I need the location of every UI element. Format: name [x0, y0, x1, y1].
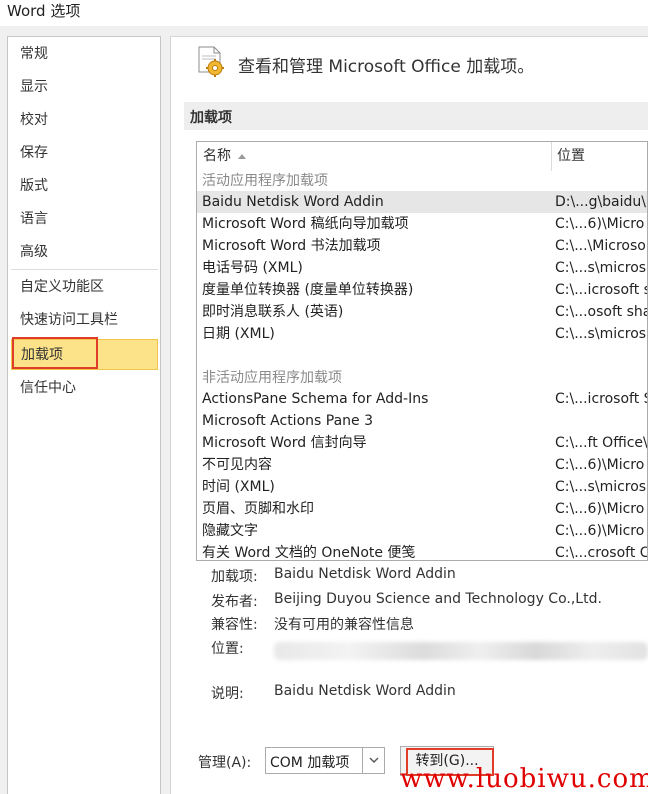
- column-divider[interactable]: [551, 142, 552, 171]
- manage-select-value: COM 加载项: [270, 755, 350, 771]
- table-row[interactable]: 度量单位转换器 (度量单位转换器) C:\...icrosoft s: [197, 279, 647, 301]
- sidebar-item-quick-access-toolbar[interactable]: 快速访问工具栏: [11, 305, 158, 336]
- sidebar-item-advanced[interactable]: 高级: [11, 237, 158, 268]
- sidebar-item-general[interactable]: 常规: [11, 39, 158, 70]
- detail-compat-label: 兼容性:: [211, 617, 258, 633]
- sidebar-divider: [11, 269, 158, 270]
- sidebar-item-save[interactable]: 保存: [11, 138, 158, 169]
- window-title: Word 选项: [7, 2, 81, 20]
- detail-compat-value: 没有可用的兼容性信息: [274, 617, 414, 633]
- detail-desc-label: 说明:: [211, 686, 244, 702]
- detail-publisher-label: 发布者:: [211, 594, 258, 610]
- table-row[interactable]: Microsoft Actions Pane 3: [197, 410, 647, 432]
- watermark: www.luobiwu.com: [400, 764, 648, 794]
- table-row[interactable]: 日期 (XML) C:\...s\micros: [197, 323, 647, 345]
- sidebar-item-display[interactable]: 显示: [11, 72, 158, 103]
- sidebar-item-trust-center[interactable]: 信任中心: [11, 373, 158, 404]
- column-header-name[interactable]: 名称: [203, 142, 247, 171]
- chevron-down-icon[interactable]: [362, 748, 384, 773]
- table-row[interactable]: 隐藏文字 C:\...6)\Micro: [197, 520, 647, 542]
- detail-desc-value: Baidu Netdisk Word Addin: [274, 683, 456, 699]
- table-row[interactable]: Microsoft Word 书法加载项 C:\...\Microso: [197, 235, 647, 257]
- table-row[interactable]: 电话号码 (XML) C:\...s\micros: [197, 257, 647, 279]
- sidebar-item-proofing[interactable]: 校对: [11, 105, 158, 136]
- section-header: 加载项: [184, 102, 648, 130]
- table-row[interactable]: Microsoft Word 信封向导 C:\...ft Office\: [197, 432, 647, 454]
- sidebar-item-typography[interactable]: 版式: [11, 171, 158, 202]
- table-row[interactable]: 时间 (XML) C:\...s\micros: [197, 476, 647, 498]
- sidebar-item-language[interactable]: 语言: [11, 204, 158, 235]
- table-row[interactable]: Baidu Netdisk Word Addin D:\...g\baidu\: [197, 191, 647, 213]
- column-header-location[interactable]: 位置: [557, 142, 585, 171]
- title-bar: Word 选项: [0, 0, 648, 26]
- detail-addin-label: 加载项:: [211, 569, 258, 585]
- detail-addin-value: Baidu Netdisk Word Addin: [274, 566, 456, 582]
- table-row[interactable]: 不可见内容 C:\...6)\Micro: [197, 454, 647, 476]
- sidebar-item-addins[interactable]: 加载项: [11, 339, 158, 370]
- addins-gear-icon: [198, 46, 224, 77]
- group-label-active: 活动应用程序加载项: [202, 173, 328, 189]
- table-row[interactable]: 页眉、页脚和水印 C:\...6)\Micro: [197, 498, 647, 520]
- sidebar: 常规 显示 校对 保存 版式 语言 高级 自定义功能区 快速访问工具栏 加载项 …: [7, 36, 161, 794]
- detail-location-label: 位置:: [211, 641, 244, 657]
- page-header: 查看和管理 Microsoft Office 加载项。: [238, 57, 535, 77]
- table-row[interactable]: Microsoft Word 稿纸向导加载项 C:\...6)\Micro: [197, 213, 647, 235]
- addins-table[interactable]: 名称 位置 活动应用程序加载项 Baidu Netdisk Word Addin…: [196, 141, 648, 561]
- detail-publisher-value: Beijing Duyou Science and Technology Co.…: [274, 591, 602, 607]
- sidebar-item-customize-ribbon[interactable]: 自定义功能区: [11, 272, 158, 303]
- table-row[interactable]: 有关 Word 文档的 OneNote 便笺 C:\...crosoft C: [197, 542, 647, 560]
- table-row[interactable]: ActionsPane Schema for Add-Ins C:\...icr…: [197, 388, 647, 410]
- section-title: 加载项: [190, 110, 232, 126]
- manage-label: 管理(A):: [198, 755, 252, 771]
- sort-ascending-icon: [238, 154, 247, 159]
- manage-select[interactable]: COM 加载项: [265, 747, 385, 774]
- table-row[interactable]: 即时消息联系人 (英语) C:\...osoft sha: [197, 301, 647, 323]
- detail-location-redacted: [274, 642, 648, 660]
- group-label-inactive: 非活动应用程序加载项: [202, 370, 342, 386]
